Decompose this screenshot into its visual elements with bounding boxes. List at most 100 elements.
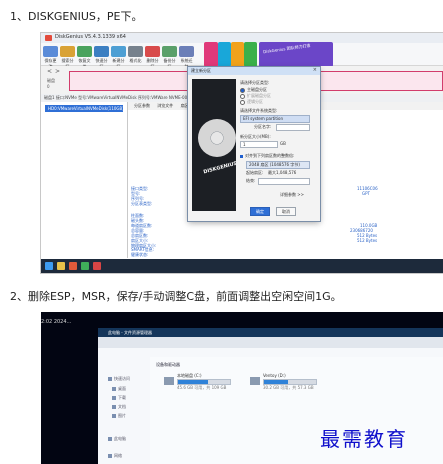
dialog-body: 请选择分区类型: 主磁盘分区 扩展磁盘分区 逻辑分区 请选择文件系统类型: EF… [240, 77, 316, 217]
ad-tile [204, 42, 218, 67]
option-label: 逻辑分区 [247, 99, 263, 104]
start-sector-value: 最大1,048,576 [268, 170, 297, 175]
field-value: 512 Bytes [357, 238, 378, 243]
explorer-titlebar: 此电脑 - 文件资源管理器 [98, 328, 443, 337]
nav-item-quick-access[interactable]: 快速访问 [108, 376, 130, 382]
forward-button[interactable]: > [55, 68, 60, 75]
fs-type-label: 请选择文件系统类型: [240, 108, 278, 113]
delete-partition-icon[interactable] [145, 46, 160, 57]
nav-label: 图片 [118, 413, 126, 418]
nav-item-network[interactable]: 网络 [108, 453, 122, 459]
field-label: 健康状态: [131, 252, 149, 257]
nav-item-pictures[interactable]: 图片 [112, 413, 126, 419]
ad-text: DiskGenius 团队倾力打造 [262, 42, 311, 55]
fs-type-select[interactable]: EFI system partition [240, 115, 310, 123]
timestamp: 2:02 2024... [41, 319, 72, 325]
nav-item-this-pc[interactable]: 此电脑 [108, 436, 126, 442]
taskbar [41, 259, 443, 273]
new-partition-icon[interactable] [111, 46, 126, 57]
picture-icon [112, 414, 116, 418]
format-icon[interactable] [128, 46, 143, 57]
download-icon [112, 396, 116, 400]
backup-partition-icon[interactable] [162, 46, 177, 57]
option-logical[interactable]: 逻辑分区 [240, 99, 263, 105]
option-label: 扩展磁盘分区 [247, 93, 271, 98]
cancel-button[interactable]: 取消 [276, 207, 296, 216]
quick-partition-icon[interactable] [94, 46, 109, 57]
nav-label: 快速访问 [114, 376, 130, 381]
align-label: 对齐到下列扇区数的整数倍: [240, 153, 294, 159]
explorer-ribbon [98, 337, 443, 348]
advanced-link[interactable]: 详细参数 >> [280, 192, 304, 198]
drive-label: Ventoy (D:) [263, 373, 286, 378]
diskgenius-icon[interactable] [93, 262, 101, 270]
nav-item-documents[interactable]: 文档 [112, 404, 126, 410]
align-value: 2048 扇区 (1048576 字节) [249, 162, 300, 167]
size-unit[interactable]: GB [280, 141, 286, 146]
nav-label: 文档 [118, 404, 126, 409]
app-icon[interactable] [69, 262, 77, 270]
nav-item-downloads[interactable]: 下载 [112, 395, 126, 401]
tab-partition-params[interactable]: 分区参数 [134, 103, 150, 108]
diskgenius-logo-icon [45, 35, 52, 41]
dialog-art-text: DISKGENIUS [202, 160, 236, 176]
field-value: GPT [362, 191, 370, 196]
ad-tile [244, 42, 257, 67]
ad-tile [218, 42, 231, 67]
dialog-title: 建立新分区 [188, 67, 320, 75]
drive-icon [250, 377, 260, 385]
tab-browse-files[interactable]: 浏览文件 [157, 103, 173, 108]
step-1-text: 1、DISKGENIUS，PE下。 [10, 10, 143, 23]
option-label: 主磁盘分区 [247, 87, 267, 92]
dialog-artwork: DISKGENIUS [192, 79, 236, 211]
ok-button[interactable]: 确定 [250, 207, 270, 216]
folder-icon[interactable] [57, 262, 65, 270]
search-partition-icon[interactable] [60, 46, 75, 57]
recover-file-icon[interactable] [77, 46, 92, 57]
navigation-pane: 快速访问 桌面 下载 文档 图片 此电脑 网络 [98, 357, 151, 464]
nav-item-desktop[interactable]: 桌面 [112, 386, 126, 392]
drive-size: 30.2 GB 可用，共 57.3 GB [263, 385, 314, 390]
close-icon[interactable]: × [313, 67, 317, 73]
disk-side-label: 0 [47, 84, 50, 89]
radio-icon [240, 99, 245, 105]
document-icon [112, 405, 116, 409]
nav-label: 此电脑 [114, 436, 126, 441]
network-icon [108, 454, 112, 458]
save-icon[interactable] [43, 46, 58, 57]
nav-label: 网络 [114, 453, 122, 458]
step-2-text: 2、删除ESP，MSR，保存/手动调整C盘，前面调整出空闲空间1G。 [10, 290, 342, 303]
start-icon[interactable] [45, 262, 53, 270]
ad-banner: DiskGenius 团队倾力打造 [259, 42, 333, 67]
partition-name-input[interactable] [276, 124, 310, 131]
nav-label: 下载 [118, 395, 126, 400]
system-migrate-icon[interactable] [179, 46, 194, 57]
end-label: 结束: [246, 178, 256, 183]
back-button[interactable]: < [47, 68, 52, 75]
desktop-icon [112, 387, 116, 391]
align-select[interactable]: 2048 扇区 (1048576 字节) [246, 161, 310, 169]
disk-platter-icon [198, 119, 236, 157]
drive-c[interactable]: 本地磁盘 (C:) 45.6 GB 可用，共 109 GB [164, 373, 231, 399]
drive-d[interactable]: Ventoy (D:) 30.2 GB 可用，共 57.3 GB [250, 373, 317, 399]
partition-name-label: 分区名字: [254, 124, 272, 129]
drive-usage-fill [178, 380, 209, 384]
tree-item-disk[interactable]: HD0:VMwareVirtualNVMeDisk(110GB) [45, 105, 124, 112]
ad-tile [231, 42, 244, 67]
group-header: 设备和驱动器 [156, 362, 180, 367]
end-input[interactable] [258, 178, 310, 185]
radio-selected-icon [240, 87, 245, 93]
app-icon[interactable] [81, 262, 89, 270]
field-label: 分区表类型: [131, 201, 153, 206]
app-title: DiskGenius V5.4.3.1339 x64 [55, 34, 126, 40]
size-input[interactable]: 1 [240, 141, 278, 148]
disk-tree: HD0:VMwareVirtualNVMeDisk(110GB) [41, 102, 128, 258]
start-sector-label: 起始扇区: [246, 170, 264, 175]
nav-label: 桌面 [118, 386, 126, 391]
drive-size: 45.6 GB 可用，共 109 GB [177, 385, 227, 390]
size-label: 新分区大小(MB): [240, 134, 271, 139]
partition-type-label: 请选择分区类型: [240, 80, 270, 85]
checkbox-checked-icon[interactable] [240, 154, 243, 158]
align-text: 对齐到下列扇区数的整数倍: [245, 153, 295, 158]
fs-type-value: EFI system partition [243, 116, 283, 121]
